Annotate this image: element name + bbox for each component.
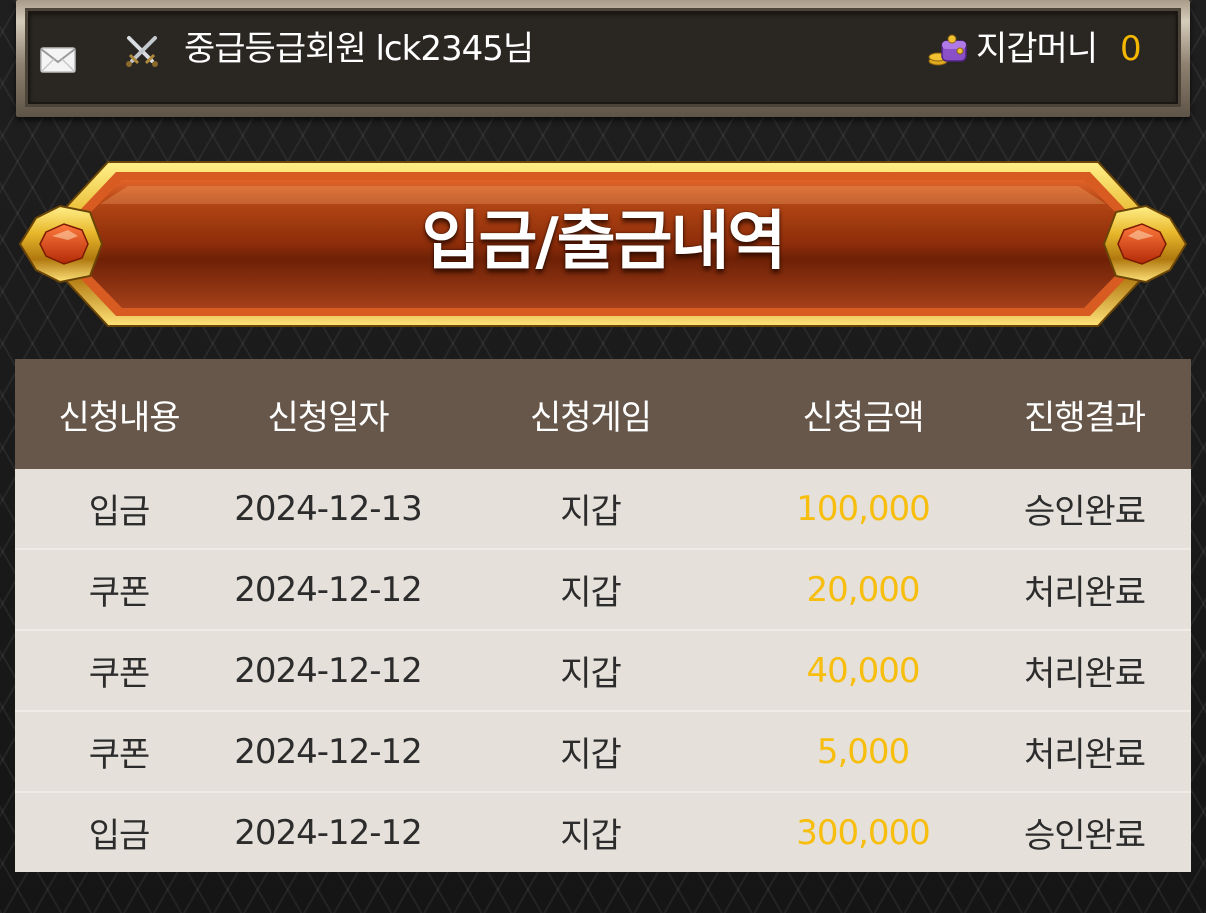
cell-request-date: 2024-12-12 (223, 548, 433, 630)
cell-result: 처리완료 (978, 548, 1191, 630)
cell-request-game: 지갑 (433, 710, 748, 792)
title-banner: 입금/출금내역 (16, 160, 1190, 328)
column-header-result: 진행결과 (978, 359, 1191, 469)
cell-request-amount: 20,000 (748, 548, 978, 630)
crossed-swords-icon (124, 33, 160, 69)
cell-request-date: 2024-12-12 (223, 710, 433, 792)
table-row: 입금 2024-12-12 지갑 300,000 승인완료 (15, 791, 1191, 872)
cell-request-date: 2024-12-12 (223, 791, 433, 872)
cell-result: 처리완료 (978, 629, 1191, 711)
cell-request-amount: 40,000 (748, 629, 978, 711)
table-row: 쿠폰 2024-12-12 지갑 5,000 처리완료 (15, 710, 1191, 792)
deposit-withdrawal-history-table: 신청내용 신청일자 신청게임 신청금액 진행결과 입금 2024-12-13 지… (15, 359, 1191, 872)
cell-request-type: 쿠폰 (15, 710, 223, 792)
top-status-bar: 중급등급회원 lck2345님 지갑머니 0 (16, 0, 1190, 117)
cell-request-type: 쿠폰 (15, 548, 223, 630)
table-row: 쿠폰 2024-12-12 지갑 40,000 처리완료 (15, 629, 1191, 711)
cell-request-game: 지갑 (433, 548, 748, 630)
cell-request-game: 지갑 (433, 469, 748, 549)
table-header-row: 신청내용 신청일자 신청게임 신청금액 진행결과 (15, 359, 1191, 469)
wallet-label: 지갑머니 (976, 29, 1098, 69)
cell-request-type: 입금 (15, 791, 223, 872)
column-header-request-game: 신청게임 (433, 359, 748, 469)
column-header-request-date: 신청일자 (223, 359, 433, 469)
cell-result: 승인완료 (978, 469, 1191, 549)
cell-result: 승인완료 (978, 791, 1191, 872)
top-status-bar-inner: 중급등급회원 lck2345님 지갑머니 0 (25, 8, 1181, 107)
page-title: 입금/출금내역 (421, 205, 787, 279)
cell-request-amount: 100,000 (748, 469, 978, 549)
table-row: 쿠폰 2024-12-12 지갑 20,000 처리완료 (15, 548, 1191, 630)
member-grade-text: 중급등급회원 lck2345님 (184, 29, 534, 69)
column-header-request-type: 신청내용 (15, 359, 223, 469)
wallet-coins-icon (926, 33, 970, 69)
cell-request-type: 입금 (15, 469, 223, 549)
table-row: 입금 2024-12-13 지갑 100,000 승인완료 (15, 469, 1191, 549)
cell-request-type: 쿠폰 (15, 629, 223, 711)
wallet-balance: 0 (1120, 29, 1142, 69)
cell-request-game: 지갑 (433, 791, 748, 872)
cell-request-amount: 300,000 (748, 791, 978, 872)
cell-request-date: 2024-12-13 (223, 469, 433, 549)
cell-request-date: 2024-12-12 (223, 629, 433, 711)
column-header-request-amount: 신청금액 (748, 359, 978, 469)
mail-icon[interactable] (40, 47, 76, 73)
cell-request-amount: 5,000 (748, 710, 978, 792)
cell-request-game: 지갑 (433, 629, 748, 711)
cell-result: 처리완료 (978, 710, 1191, 792)
